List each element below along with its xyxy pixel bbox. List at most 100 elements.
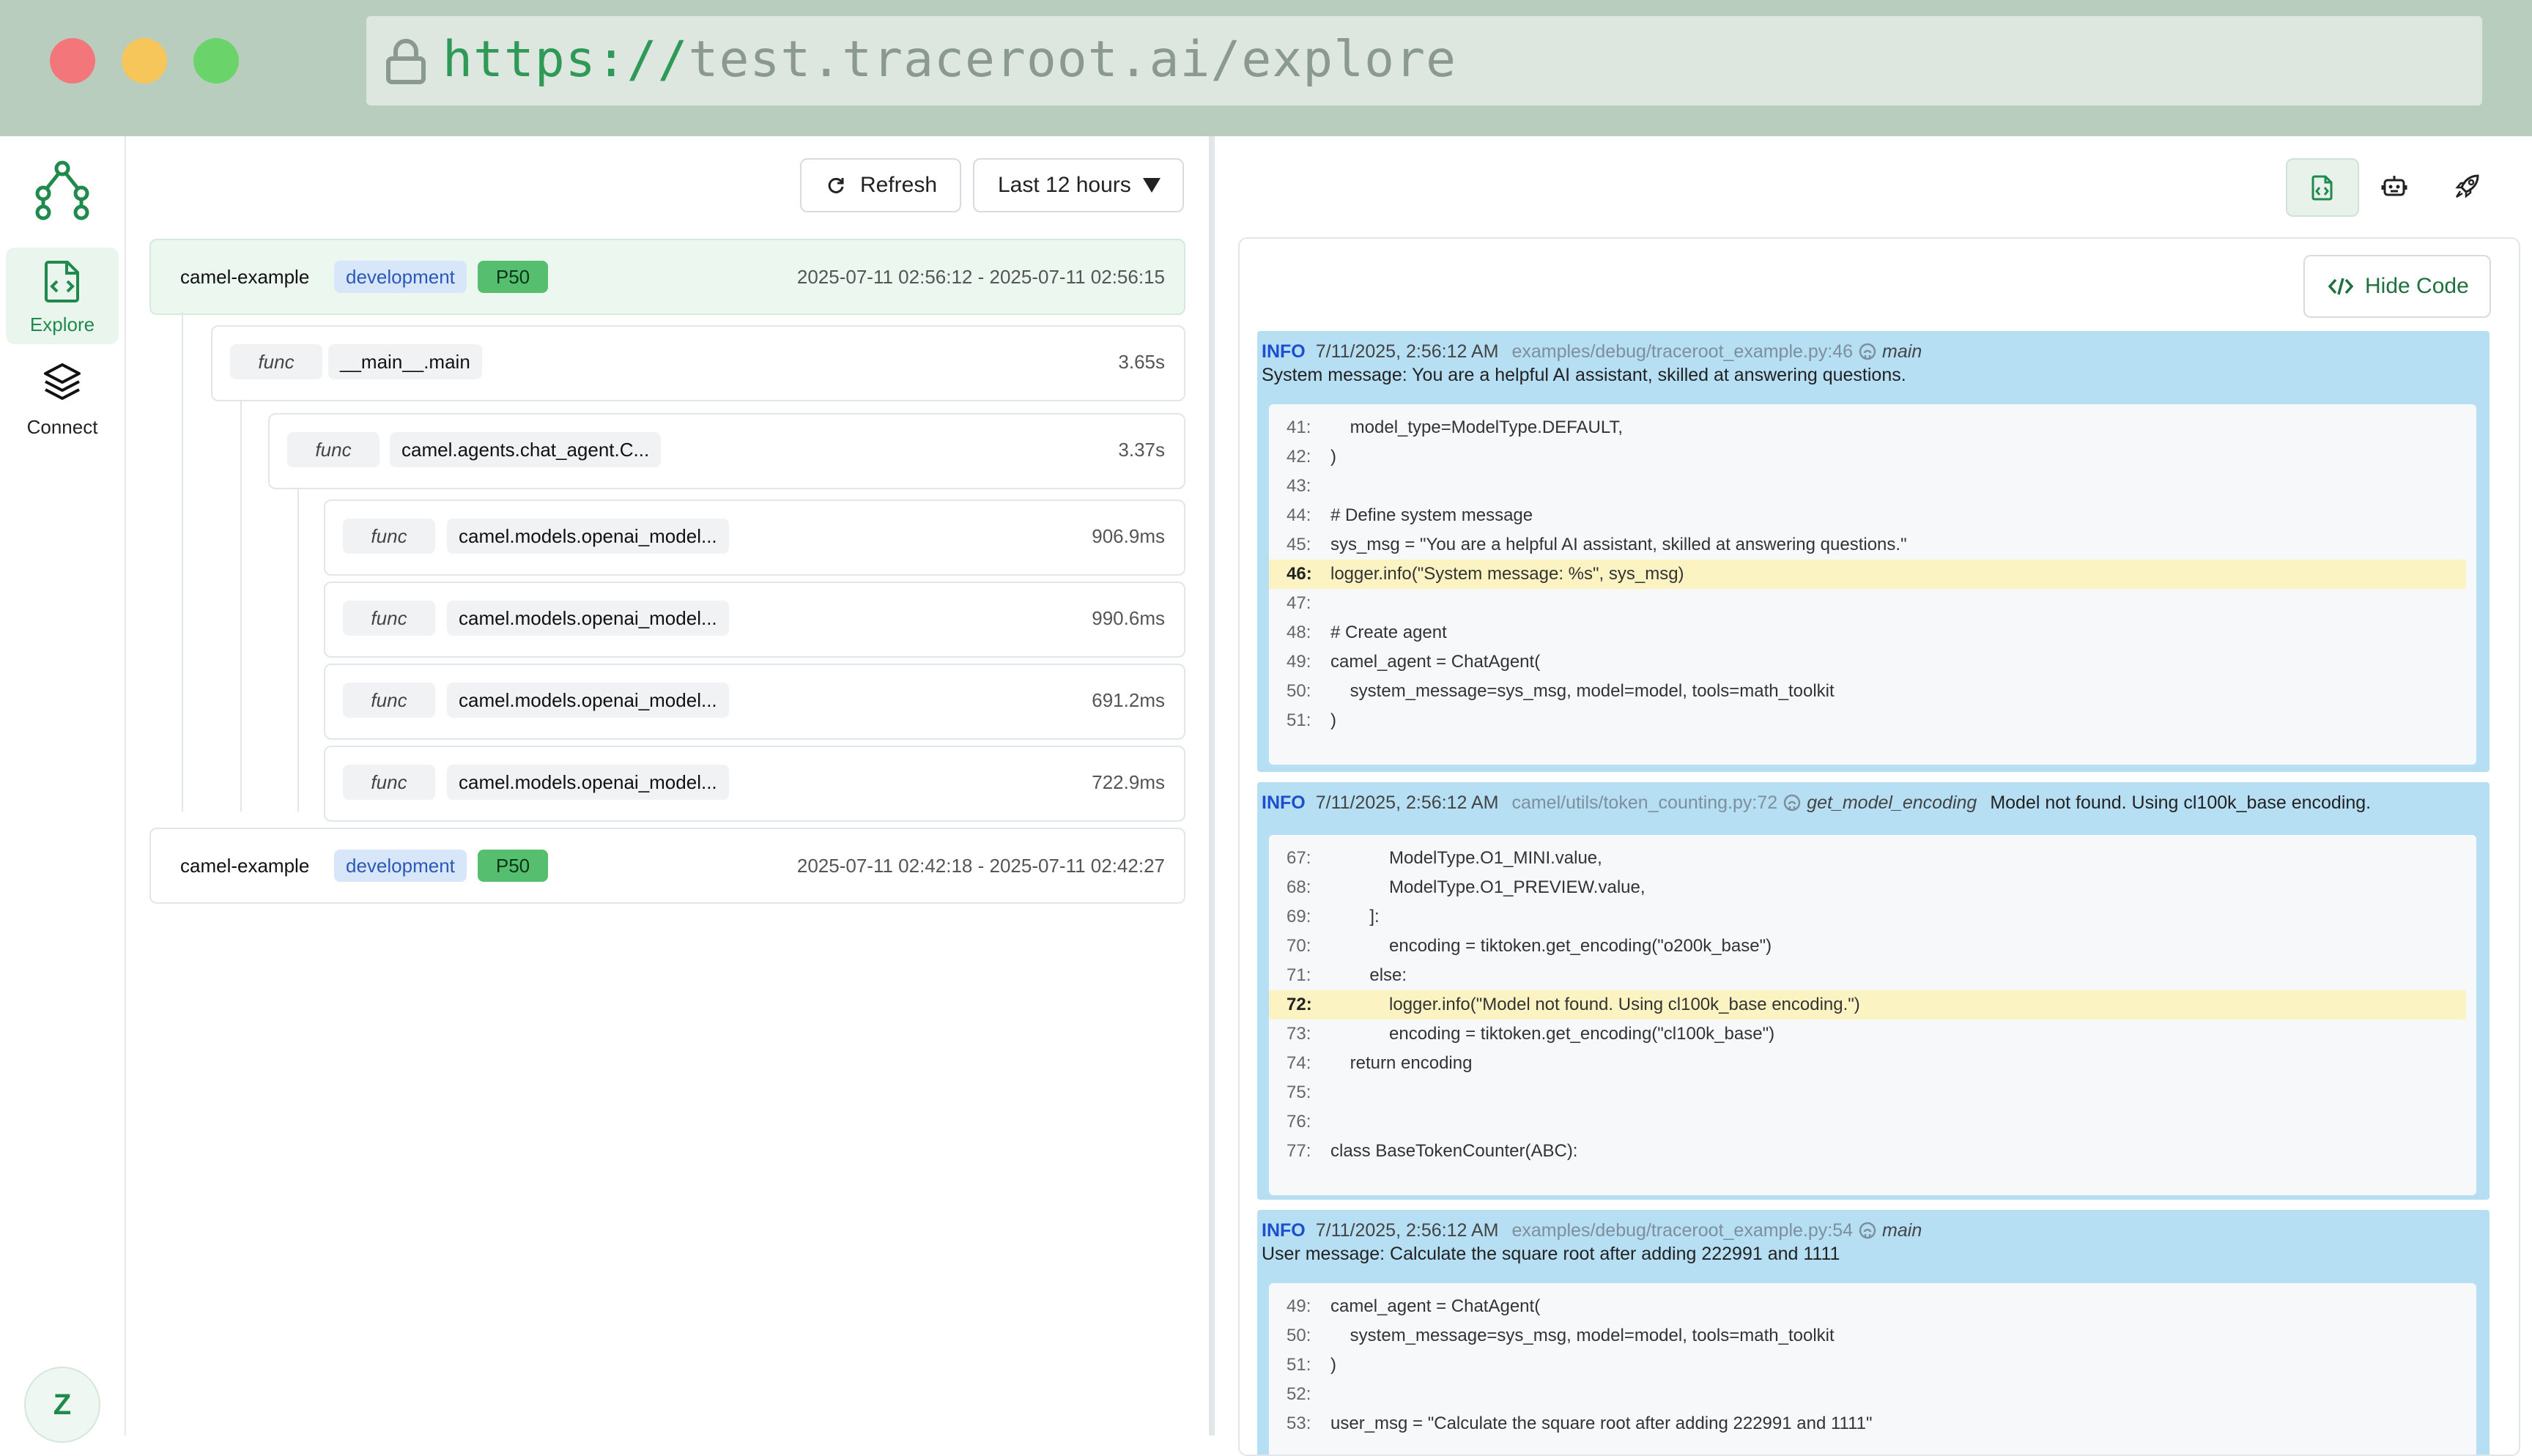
log-source-link[interactable]: examples/debug/traceroot_example.py:54 [1511,1220,1853,1241]
log-source-link[interactable]: camel/utils/token_counting.py:72 [1511,792,1777,813]
span-kind: func [343,519,435,554]
span-duration: 990.6ms [1092,607,1165,629]
tree-connector [240,400,242,811]
window-minimize-button[interactable] [122,38,167,83]
hide-code-button[interactable]: Hide Code [2303,255,2491,318]
code-line: 52: [1287,1384,1311,1404]
refresh-button[interactable]: Refresh [800,158,961,212]
hide-code-label: Hide Code [2365,274,2469,298]
code-line: 51:) [1287,1355,1336,1375]
code-line: 49: camel_agent = ChatAgent( [1287,652,1541,672]
url-text[interactable]: https://test.traceroot.ai/explore [443,28,1456,92]
github-icon[interactable] [1859,1222,1876,1239]
trace-time-range: 2025-07-11 02:56:12 - 2025-07-11 02:56:1… [796,266,1165,288]
log-message: Model not found. Using cl100k_base encod… [1990,792,2372,813]
log-header: INFO 7/11/2025, 2:56:12 AM camel/utils/tok… [1262,788,2371,817]
span-duration: 722.9ms [1092,771,1165,793]
code-brackets-icon [2328,278,2353,295]
code-file-icon [2311,175,2333,201]
code-line: 41: model_type=ModelType.DEFAULT, [1287,417,1624,437]
log-level: INFO [1262,792,1306,813]
highlighted-code-line: 72: logger.info("Model not found. Using … [1269,990,2466,1019]
log-source-link[interactable]: examples/debug/traceroot_example.py:46 [1511,341,1853,362]
log-timestamp: 7/11/2025, 2:56:12 AM [1315,792,1499,813]
layers-stack-icon [44,363,81,400]
code-line: 42:) [1287,447,1336,467]
lock-icon [386,39,426,84]
trace-service-name: camel-example [180,855,310,877]
caret-down-icon [1143,178,1160,193]
log-level: INFO [1262,1220,1306,1241]
code-line: 48: # Create agent [1287,623,1447,642]
code-line: 44: # Define system message [1287,505,1533,525]
sidebar-item-label: Connect [26,416,98,438]
span-kind: func [343,601,435,636]
trace-list-panel: Refresh Last 12 hours camel-example deve… [126,136,1209,1435]
deploy-button[interactable] [2432,158,2503,214]
trace-time-range: 2025-07-11 02:42:18 - 2025-07-11 02:42:2… [796,855,1165,877]
app-window: Explore Connect Z Refresh Last 12 hours [0,136,2532,1456]
time-range-value: Last 12 hours [998,173,1131,197]
percentile-badge: P50 [478,850,548,882]
code-line: 51:) [1287,710,1336,730]
view-mode-toolbar [2286,158,2506,217]
environment-badge: development [334,850,467,882]
panel-resize-handle[interactable] [1209,136,1215,1435]
sidebar: Explore Connect Z [0,136,126,1443]
log-function: get_model_encoding [1807,792,1977,813]
log-entry[interactable]: INFO 7/11/2025, 2:56:12 AM examples/debug/… [1257,1210,2490,1455]
log-panel: Hide Code INFO 7/11/2025, 2:56:12 AM examp… [1216,136,2532,1456]
code-snippet: 49: camel_agent = ChatAgent( 50: system_m… [1269,1283,2476,1455]
agent-button[interactable] [2359,158,2429,214]
trace-row[interactable]: camel-example development P50 2025-07-11… [149,239,1185,315]
sidebar-item-explore[interactable]: Explore [6,248,119,344]
span-kind: func [230,344,322,379]
window-close-button[interactable] [50,38,95,83]
code-line: 74: return encoding [1287,1053,1473,1073]
log-message: System message: You are a helpful AI ass… [1262,365,1906,385]
user-avatar[interactable]: Z [24,1367,100,1443]
log-entry[interactable]: INFO 7/11/2025, 2:56:12 AM examples/debug/… [1257,331,2490,772]
span-row[interactable]: func camel.agents.chat_agent.C... 3.37s [268,413,1185,489]
time-range-dropdown[interactable]: Last 12 hours [973,158,1184,212]
github-icon[interactable] [1783,794,1801,811]
code-line: 69: ]: [1287,907,1380,926]
trace-row[interactable]: camel-example development P50 2025-07-11… [149,828,1185,904]
log-entry[interactable]: INFO 7/11/2025, 2:56:12 AM camel/utils/tok… [1257,782,2490,1200]
span-kind: func [343,765,435,800]
log-timestamp: 7/11/2025, 2:56:12 AM [1315,341,1499,362]
traceroot-logo-icon [35,160,89,220]
code-line: 50: system_message=sys_msg, model=model,… [1287,681,1835,701]
span-name: __main__.main [328,344,482,379]
span-name: camel.models.openai_model... [447,683,729,718]
code-line: 47: [1287,593,1311,613]
span-name: camel.models.openai_model... [447,601,729,636]
github-icon[interactable] [1859,343,1876,360]
log-function: main [1882,1220,1922,1241]
code-line: 70: encoding = tiktoken.get_encoding("o2… [1287,936,1772,956]
span-name: camel.models.openai_model... [447,765,729,800]
code-line: 75: [1287,1082,1311,1102]
span-row[interactable]: func camel.models.openai_model... 906.9m… [324,499,1185,576]
robot-icon [2381,176,2407,196]
span-row[interactable]: func camel.models.openai_model... 691.2m… [324,664,1185,740]
span-row[interactable]: func __main__.main 3.65s [211,325,1185,401]
log-function: main [1882,341,1922,362]
span-duration: 3.37s [1118,439,1165,461]
refresh-label: Refresh [860,173,938,197]
span-row[interactable]: func camel.models.openai_model... 990.6m… [324,582,1185,658]
environment-badge: development [334,261,467,293]
percentile-badge: P50 [478,261,548,293]
log-level: INFO [1262,341,1306,362]
code-line: 50: system_message=sys_msg, model=model,… [1287,1326,1835,1345]
span-row[interactable]: func camel.models.openai_model... 722.9m… [324,746,1185,822]
log-message: User message: Calculate the square root … [1262,1244,1840,1264]
span-kind: func [343,683,435,718]
tree-connector [297,486,299,811]
span-duration: 906.9ms [1092,525,1165,547]
code-line: 73: encoding = tiktoken.get_encoding("cl… [1287,1024,1775,1044]
log-list[interactable]: Hide Code INFO 7/11/2025, 2:56:12 AM examp… [1238,237,2520,1456]
code-view-button[interactable] [2286,158,2359,217]
sidebar-item-connect[interactable]: Connect [6,350,119,447]
window-maximize-button[interactable] [193,38,239,83]
